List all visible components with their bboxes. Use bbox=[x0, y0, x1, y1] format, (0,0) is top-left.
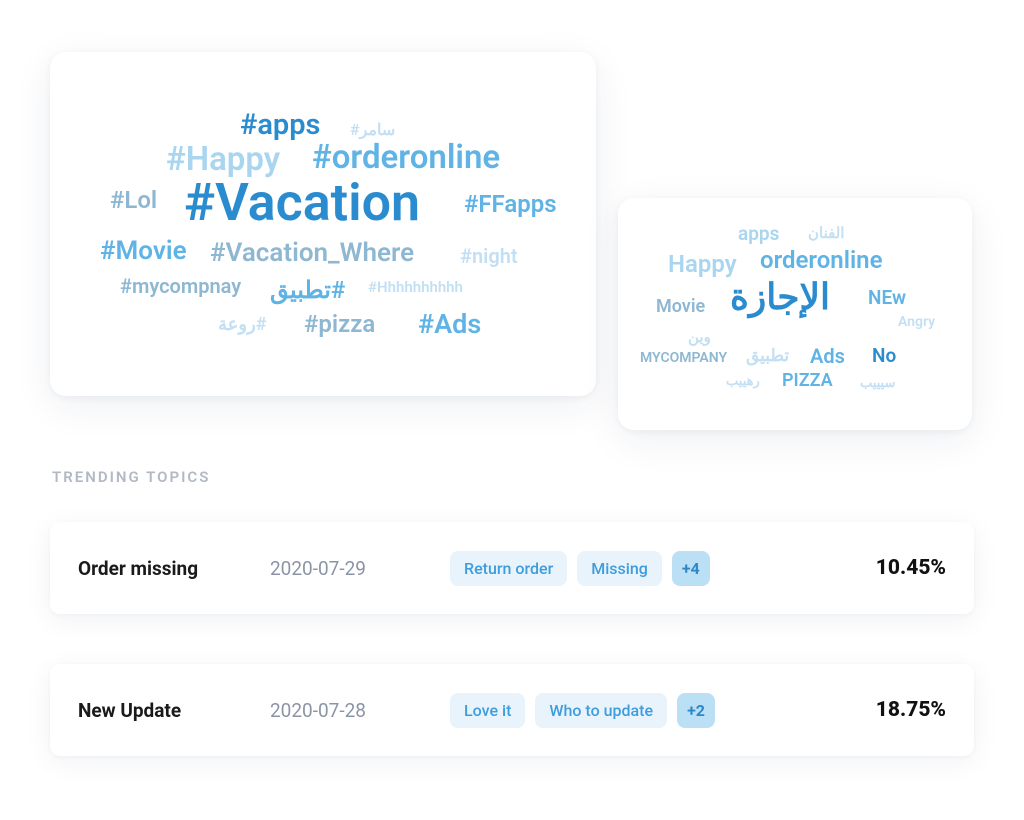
wordcloud-word[interactable]: #Vacation_Where bbox=[210, 238, 414, 268]
wordcloud-word[interactable]: #FFapps bbox=[464, 190, 557, 218]
wordcloud-word[interactable]: #mycompnay bbox=[120, 274, 241, 298]
topic-tag[interactable]: Missing bbox=[577, 551, 662, 586]
wordcloud-word[interactable]: الفنان bbox=[808, 224, 844, 242]
topic-tags-more[interactable]: +4 bbox=[672, 551, 710, 586]
wordcloud-word[interactable]: NEw bbox=[868, 286, 906, 309]
wordcloud-word[interactable]: سيييب bbox=[860, 376, 895, 391]
topic-tags-more[interactable]: +2 bbox=[677, 693, 715, 728]
wordcloud-word[interactable]: #night bbox=[460, 244, 518, 268]
wordcloud-word[interactable]: تطبيق bbox=[746, 346, 789, 366]
topic-tags: Return order Missing +4 bbox=[450, 551, 836, 586]
topic-percentage: 18.75% bbox=[836, 698, 946, 722]
trending-topics-heading: TRENDING TOPICS bbox=[52, 468, 210, 486]
trending-topic-row[interactable]: Order missing 2020-07-29 Return order Mi… bbox=[50, 522, 974, 614]
topic-tag[interactable]: Return order bbox=[450, 551, 567, 586]
wordcloud-word[interactable]: apps bbox=[738, 222, 779, 245]
wordcloud-word[interactable]: No bbox=[872, 344, 896, 367]
wordcloud-word[interactable]: #Movie bbox=[100, 236, 187, 266]
topic-title: New Update bbox=[78, 699, 270, 722]
wordcloud-word[interactable]: MYCOMPANY bbox=[640, 350, 727, 366]
topic-tag[interactable]: Who to update bbox=[535, 693, 667, 728]
wordcloud-word[interactable]: #سامر bbox=[350, 120, 395, 139]
keyword-wordcloud-card: apps الفنان Happy orderonline Movie الإج… bbox=[618, 198, 972, 430]
wordcloud-word[interactable]: #روعة bbox=[218, 314, 267, 335]
wordcloud-word[interactable]: #تطبيق bbox=[270, 276, 345, 304]
wordcloud-word[interactable]: #Lol bbox=[110, 186, 157, 214]
wordcloud-word[interactable]: #Vacation bbox=[184, 172, 420, 233]
wordcloud-word[interactable]: #pizza bbox=[304, 310, 375, 338]
trending-topic-row[interactable]: New Update 2020-07-28 Love it Who to upd… bbox=[50, 664, 974, 756]
wordcloud-word[interactable]: #Ads bbox=[418, 308, 481, 340]
wordcloud-word[interactable]: #apps bbox=[240, 108, 320, 142]
wordcloud-word[interactable]: Happy bbox=[668, 250, 737, 278]
wordcloud-word[interactable]: #Hhhhhhhhhh bbox=[368, 278, 463, 296]
topic-percentage: 10.45% bbox=[836, 556, 946, 580]
wordcloud-word[interactable]: رهييب bbox=[726, 374, 760, 389]
wordcloud-word[interactable]: PIZZA bbox=[782, 370, 833, 391]
hashtag-wordcloud-card: #apps #سامر #Happy #orderonline #Lol #Va… bbox=[50, 52, 596, 396]
wordcloud-word[interactable]: وين bbox=[688, 328, 711, 346]
topic-date: 2020-07-29 bbox=[270, 557, 450, 580]
wordcloud-word[interactable]: الإجازة bbox=[730, 276, 830, 318]
topic-date: 2020-07-28 bbox=[270, 699, 450, 722]
topic-tag[interactable]: Love it bbox=[450, 693, 525, 728]
wordcloud-word[interactable]: Angry bbox=[898, 314, 935, 330]
wordcloud-word[interactable]: orderonline bbox=[760, 246, 883, 274]
topic-title: Order missing bbox=[78, 557, 270, 580]
wordcloud-word[interactable]: Movie bbox=[656, 296, 705, 317]
topic-tags: Love it Who to update +2 bbox=[450, 693, 836, 728]
wordcloud-word[interactable]: Ads bbox=[810, 344, 845, 368]
